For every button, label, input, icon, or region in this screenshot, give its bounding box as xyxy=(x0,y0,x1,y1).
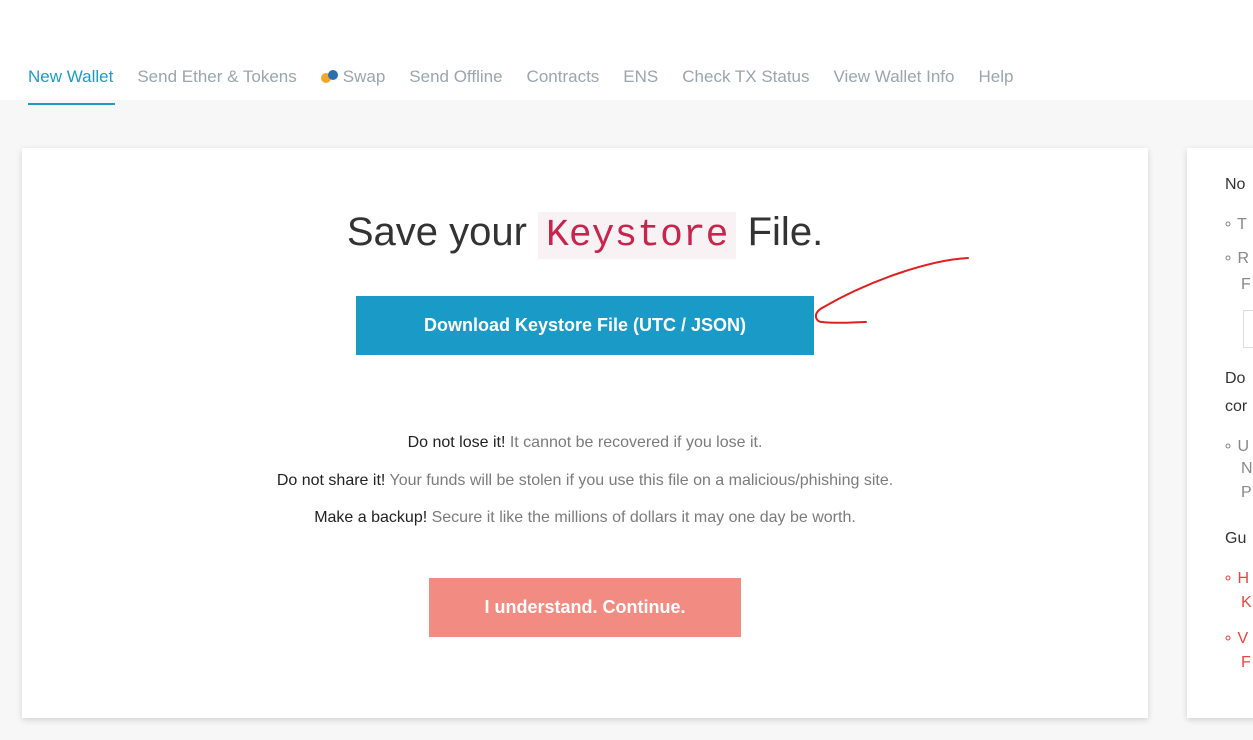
sidebar-guide-link-continuation[interactable]: F xyxy=(1241,654,1251,672)
warning-backup-text: Secure it like the millions of dollars i… xyxy=(427,509,856,526)
sidebar-item-continuation: P xyxy=(1241,484,1252,501)
top-bar: New Wallet Send Ether & Tokens Swap Send… xyxy=(0,0,1253,105)
warning-lose: Do not lose it! It cannot be recovered i… xyxy=(0,434,1170,452)
sidebar-link-text: V xyxy=(1237,630,1249,647)
continue-button[interactable]: I understand. Continue. xyxy=(429,578,741,637)
sidebar-list-item: ∘ T xyxy=(1223,216,1247,233)
sidebar-heading-dont: Do xyxy=(1225,370,1246,387)
sidebar-input[interactable] xyxy=(1243,310,1253,348)
warning-share-text: Your funds will be stolen if you use thi… xyxy=(385,472,894,489)
sidebar-heading-guides: Gu xyxy=(1225,530,1247,547)
download-keystore-button[interactable]: Download Keystore File (UTC / JSON) xyxy=(356,296,814,355)
title-keystore-code: Keystore xyxy=(538,212,737,259)
sidebar-item-text: U xyxy=(1237,438,1250,455)
swap-icon xyxy=(320,70,339,84)
warning-share: Do not share it! Your funds will be stol… xyxy=(0,472,1170,490)
sidebar-item-continuation: N xyxy=(1241,460,1253,477)
warning-share-strong: Do not share it! xyxy=(276,472,386,489)
warning-lose-text: It cannot be recovered if you lose it. xyxy=(505,434,763,451)
sidebar-guide-link-continuation[interactable]: K xyxy=(1241,594,1252,612)
sidebar-heading-dont-continuation: cor xyxy=(1225,398,1248,415)
sidebar-link-text: H xyxy=(1237,570,1250,587)
sidebar-list-item: ∘ U xyxy=(1223,438,1250,455)
sidebar-heading-notes: No xyxy=(1225,176,1246,193)
page-title: Save your Keystore File. xyxy=(0,210,1170,259)
sidebar-list-item: ∘ R xyxy=(1223,250,1250,267)
nav-clip-overlay xyxy=(0,0,1253,70)
title-prefix: Save your xyxy=(346,210,527,254)
sidebar-guide-link[interactable]: ∘ H xyxy=(1223,568,1249,588)
sidebar-item-continuation: F xyxy=(1241,276,1251,293)
warning-lose-strong: Do not lose it! xyxy=(407,434,506,451)
sidebar-item-text: T xyxy=(1237,216,1247,233)
warning-backup: Make a backup! Secure it like the millio… xyxy=(0,509,1170,527)
sidebar-guide-link[interactable]: ∘ V xyxy=(1223,628,1248,648)
title-suffix: File. xyxy=(747,210,824,254)
warning-backup-strong: Make a backup! xyxy=(314,509,428,526)
sidebar-card: No ∘ T ∘ R F Do cor ∘ U N P Gu ∘ H K ∘ V… xyxy=(1187,148,1253,718)
sidebar-item-text: R xyxy=(1237,250,1250,267)
